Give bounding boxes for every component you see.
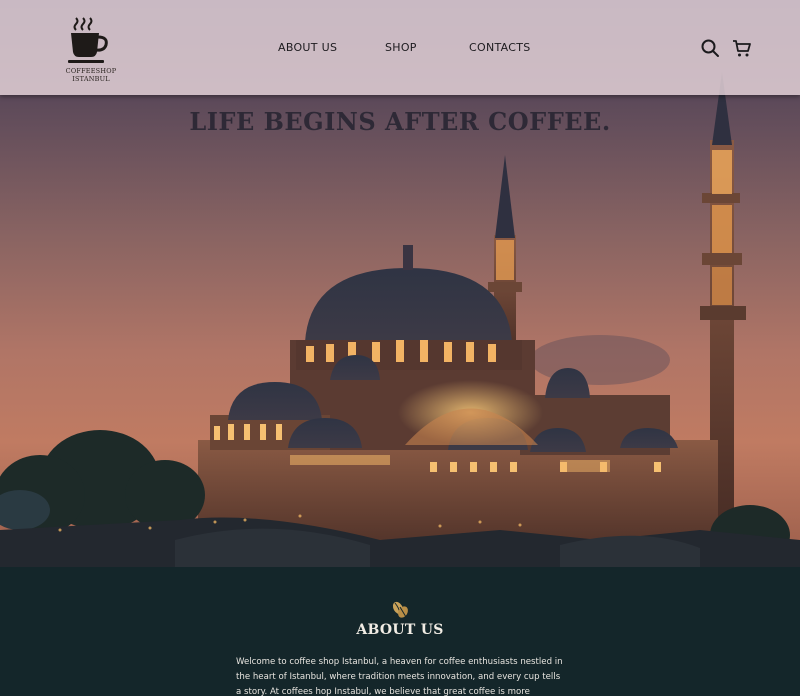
nav-contacts[interactable]: CONTACTS	[469, 41, 531, 54]
about-description: Welcome to coffee shop Istanbul, a heave…	[236, 657, 563, 696]
hero-headline: LIFE BEGINS AFTER COFFEE.	[189, 107, 611, 136]
top-navbar: COFFEESHOP ISTANBUL ABOUT US SHOP CONTAC…	[0, 0, 800, 95]
about-title: ABOUT US	[356, 622, 444, 638]
about-section: ABOUT US Welcome to coffee shop Istanbul…	[0, 567, 800, 696]
hero-section: COFFEESHOP ISTANBUL ABOUT US SHOP CONTAC…	[0, 0, 800, 567]
nav-about-us[interactable]: ABOUT US	[278, 41, 337, 54]
cart-icon[interactable]	[732, 38, 752, 58]
coffee-beans-icon	[392, 601, 408, 618]
coffee-cup-icon	[68, 17, 108, 63]
logo-text: COFFEESHOP ISTANBUL	[65, 67, 117, 83]
logo[interactable]: COFFEESHOP ISTANBUL	[48, 14, 134, 83]
nav-shop[interactable]: SHOP	[385, 41, 417, 54]
search-icon[interactable]	[700, 38, 720, 58]
